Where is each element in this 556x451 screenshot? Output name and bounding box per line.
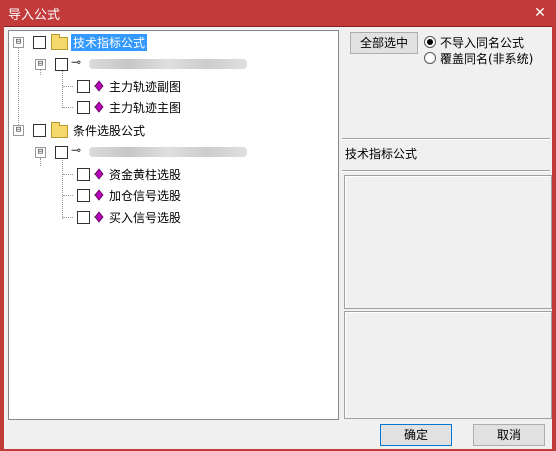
group-label[interactable]: 技术指标公式	[71, 34, 148, 51]
subgroup-checkbox[interactable]	[55, 58, 68, 71]
tree-subgroup-row[interactable]: ⊟ ⊸	[9, 143, 329, 161]
radio-overwrite-duplicates-label[interactable]: 覆盖同名(非系统)	[440, 50, 533, 67]
formula-checkbox[interactable]	[77, 189, 90, 202]
formula-checkbox[interactable]	[77, 211, 90, 224]
window-frame-right	[552, 26, 556, 451]
diamond-formula-icon	[94, 189, 104, 201]
collapse-icon[interactable]: ⊟	[35, 59, 46, 70]
tree-subgroup-row[interactable]: ⊟ ⊸	[9, 55, 329, 73]
close-icon[interactable]: ✕	[530, 3, 550, 23]
formula-label: 资金黄柱选股	[109, 168, 182, 182]
radio-skip-duplicates-label[interactable]: 不导入同名公式	[440, 34, 524, 51]
cancel-button[interactable]: 取消	[473, 424, 545, 446]
preview-panel	[344, 311, 552, 419]
formula-checkbox[interactable]	[77, 101, 90, 114]
collapse-icon[interactable]: ⊟	[13, 125, 24, 136]
formula-label: 买入信号选股	[109, 211, 182, 225]
diamond-formula-icon	[94, 211, 104, 223]
collapse-icon[interactable]: ⊟	[13, 37, 24, 48]
formula-item[interactable]: 资金黄柱选股	[9, 165, 329, 183]
key-icon: ⊸	[71, 143, 82, 157]
formula-checkbox[interactable]	[77, 80, 90, 93]
formula-label: 主力轨迹主图	[109, 101, 182, 115]
ok-button[interactable]: 确定	[380, 424, 452, 446]
group-checkbox[interactable]	[33, 124, 46, 137]
diamond-formula-icon	[94, 101, 104, 113]
formula-item[interactable]: 加仓信号选股	[9, 186, 329, 204]
formula-item[interactable]: 主力轨迹副图	[9, 77, 329, 95]
formula-tree[interactable]: ⊟ 技术指标公式 ⊟ ⊸ 主力轨迹副图 主力轨迹主图 ⊟ 条件选股公式 ⊟ ⊸ …	[8, 30, 339, 420]
formula-item[interactable]: 主力轨迹主图	[9, 98, 329, 116]
tree-group-stock-screening[interactable]: ⊟ 条件选股公式	[9, 121, 329, 139]
redacted-author	[89, 59, 247, 69]
tree-group-indicators[interactable]: ⊟ 技术指标公式	[9, 33, 329, 51]
subgroup-checkbox[interactable]	[55, 146, 68, 159]
redacted-author	[89, 147, 247, 157]
key-icon: ⊸	[71, 55, 82, 69]
folder-icon	[51, 34, 68, 50]
diamond-formula-icon	[94, 80, 104, 92]
divider	[342, 170, 550, 172]
import-formula-dialog: 导入公式 ✕ ⊟ 技术指标公式 ⊟ ⊸ 主力轨迹副图 主力轨迹主图 ⊟ 条件选股…	[0, 0, 556, 451]
window-title: 导入公式	[8, 8, 61, 23]
category-name-box: 技术指标公式	[342, 140, 550, 168]
category-name: 技术指标公式	[345, 147, 418, 161]
folder-icon	[51, 122, 68, 138]
radio-overwrite-duplicates[interactable]	[424, 52, 436, 64]
group-checkbox[interactable]	[33, 36, 46, 49]
diamond-formula-icon	[94, 168, 104, 180]
title-bar[interactable]: 导入公式 ✕	[0, 0, 556, 27]
group-label[interactable]: 条件选股公式	[73, 122, 145, 139]
radio-skip-duplicates[interactable]	[424, 36, 436, 48]
formula-checkbox[interactable]	[77, 168, 90, 181]
collapse-icon[interactable]: ⊟	[35, 147, 46, 158]
formula-label: 加仓信号选股	[109, 189, 182, 203]
select-all-button[interactable]: 全部选中	[350, 32, 418, 54]
formula-item[interactable]: 买入信号选股	[9, 208, 329, 226]
window-frame-left	[0, 26, 4, 451]
formula-label: 主力轨迹副图	[109, 80, 182, 94]
description-panel	[344, 175, 552, 309]
